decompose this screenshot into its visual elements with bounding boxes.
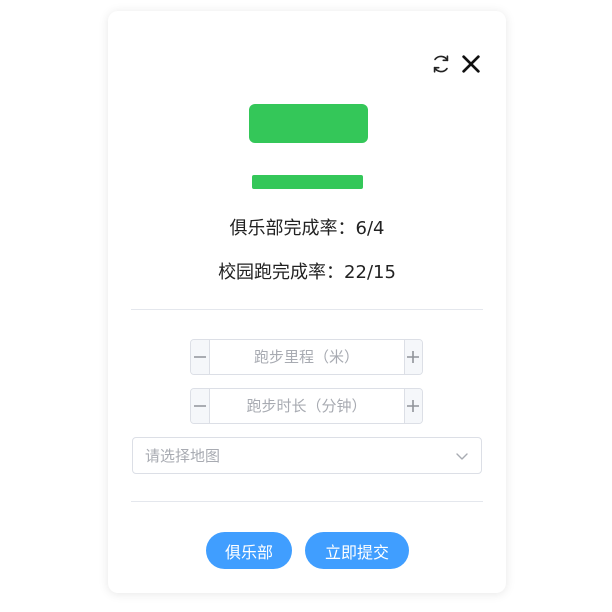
green-status-block (249, 104, 368, 143)
duration-input[interactable] (209, 389, 404, 423)
submit-button[interactable]: 立即提交 (305, 532, 409, 569)
distance-input[interactable] (209, 340, 404, 374)
distance-increment-button[interactable] (403, 340, 422, 374)
club-button[interactable]: 俱乐部 (206, 532, 292, 569)
run-record-dialog: 俱乐部完成率：6/4 校园跑完成率：22/15 请选择地图 俱乐部 立即提交 (108, 11, 506, 593)
map-select[interactable]: 请选择地图 (132, 437, 482, 474)
duration-stepper (190, 388, 423, 424)
duration-decrement-button[interactable] (191, 389, 210, 423)
map-select-placeholder: 请选择地图 (145, 447, 221, 465)
plus-icon (407, 400, 420, 412)
duration-increment-button[interactable] (403, 389, 422, 423)
minus-icon (193, 356, 206, 358)
campus-run-completion-rate: 校园跑完成率：22/15 (218, 262, 396, 283)
refresh-icon[interactable] (428, 51, 454, 77)
distance-stepper (190, 339, 423, 375)
minus-icon (193, 405, 206, 407)
close-icon[interactable] (458, 51, 484, 77)
green-status-bar (252, 175, 363, 189)
divider (131, 501, 483, 502)
plus-icon (407, 351, 420, 363)
distance-decrement-button[interactable] (191, 340, 210, 374)
club-completion-rate: 俱乐部完成率：6/4 (229, 218, 385, 239)
chevron-down-icon (456, 452, 468, 460)
divider (131, 309, 483, 310)
